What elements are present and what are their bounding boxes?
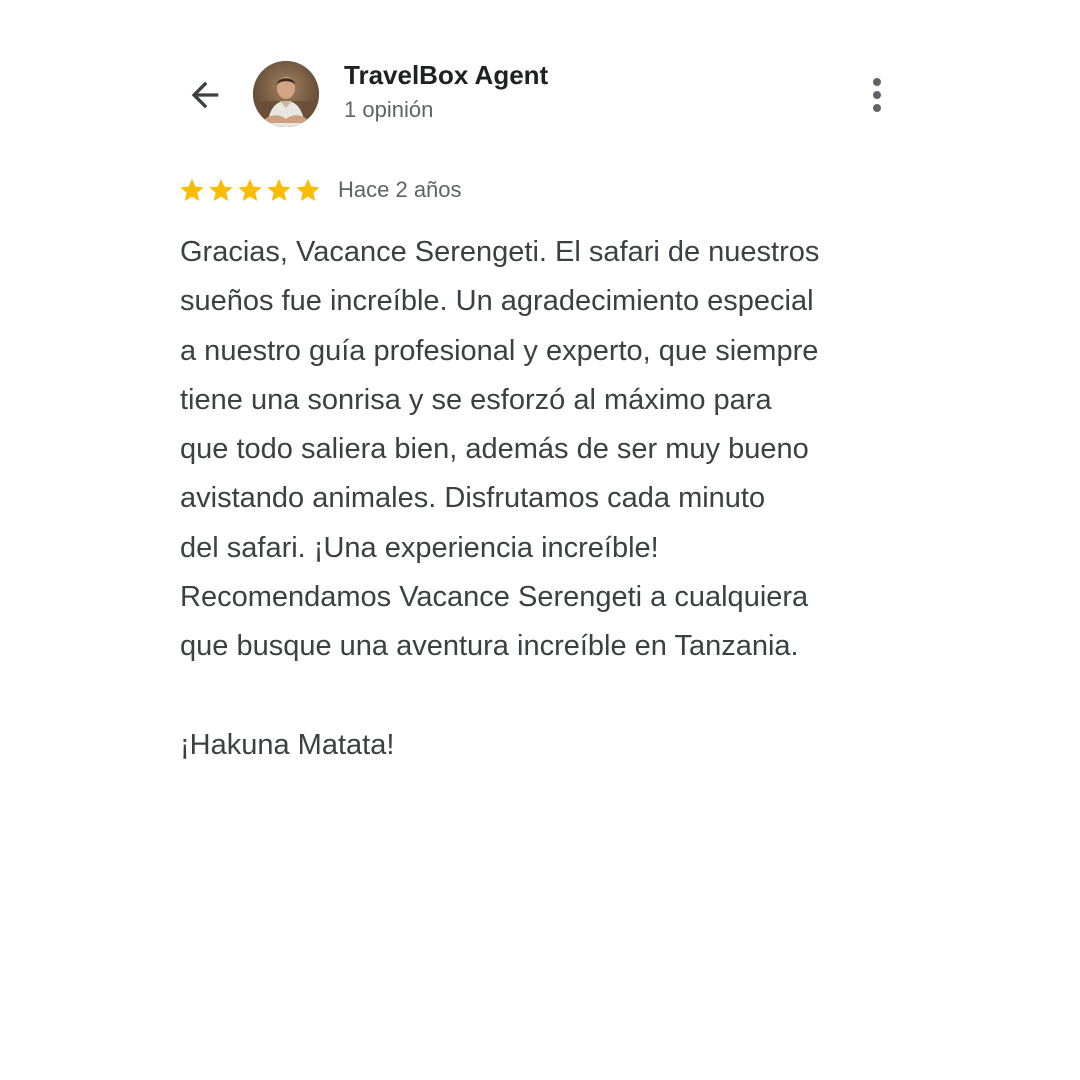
back-button[interactable] [180, 70, 230, 120]
more-options-button[interactable] [857, 72, 897, 118]
reviewer-avatar-photo [253, 61, 319, 127]
star-icon [296, 178, 320, 201]
review-line: que todo saliera bien, además de ser muy… [180, 433, 809, 466]
review-date: Hace 2 años [338, 177, 462, 202]
review-line: sueños fue increíble. Un agradecimiento … [180, 285, 814, 318]
arrow-back-icon [191, 81, 219, 109]
star-icon [209, 178, 233, 201]
review-count: 1 opinión [344, 97, 434, 122]
review-line: a nuestro guía profesional y experto, qu… [180, 334, 819, 367]
review-line: que busque una aventura increíble en Tan… [180, 630, 799, 663]
review-line: Gracias, Vacance Serengeti. El safari de… [180, 236, 820, 268]
avatar[interactable] [253, 61, 319, 127]
review-line: del safari. ¡Una experiencia increíble! [180, 531, 659, 564]
star-icon [180, 178, 204, 201]
reviewer-name[interactable]: TravelBox Agent [344, 60, 548, 91]
star-rating [178, 176, 322, 204]
more-vert-icon [873, 78, 881, 86]
review-closing: ¡Hakuna Matata! [180, 728, 395, 761]
more-vert-icon-dot [873, 91, 881, 99]
review-line: Recomendamos Vacance Serengeti a cualqui… [180, 581, 809, 614]
more-vert-icon-dot [873, 104, 881, 112]
review-line: avistando animales. Disfrutamos cada min… [180, 482, 766, 515]
star-icon [267, 178, 291, 201]
rating-row: Hace 2 años [178, 174, 462, 206]
review-body: Gracias, Vacance Serengeti. El safari de… [180, 228, 910, 770]
review-line: tiene una sonrisa y se esforzó al máximo… [180, 383, 772, 416]
star-icon [238, 178, 262, 201]
